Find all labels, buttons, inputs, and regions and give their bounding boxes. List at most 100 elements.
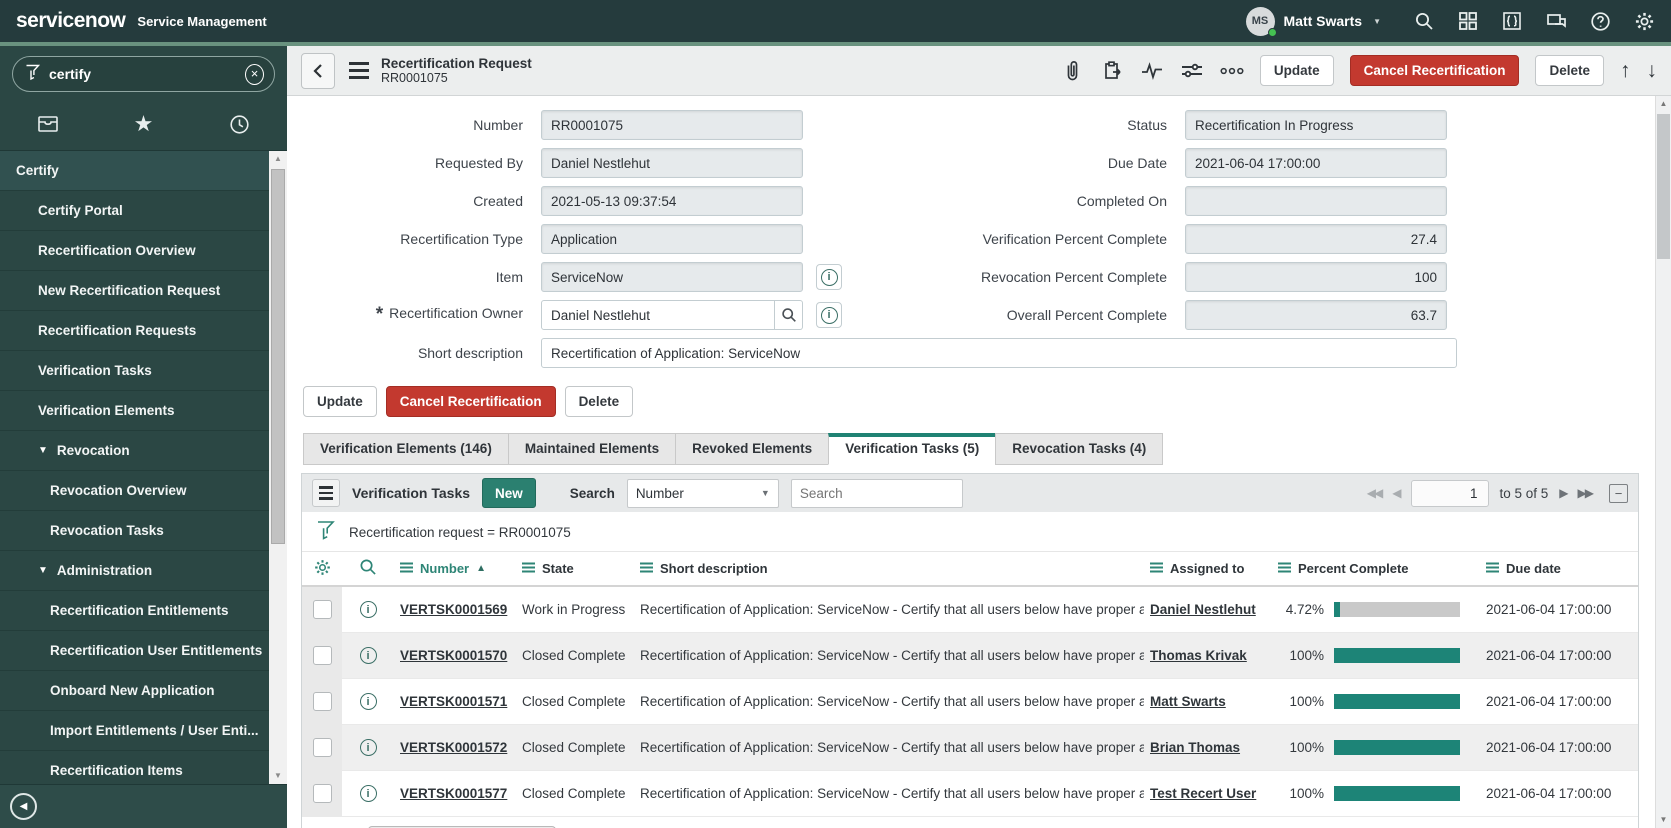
completed-on-field[interactable] bbox=[1185, 186, 1447, 216]
column-header-number[interactable]: Number ▲ bbox=[394, 561, 516, 576]
history-tab[interactable] bbox=[191, 108, 287, 140]
record-context-menu-icon[interactable] bbox=[349, 62, 369, 79]
scrollbar-thumb[interactable] bbox=[1657, 114, 1670, 259]
previous-record-icon[interactable]: ↑ bbox=[1620, 59, 1631, 83]
revocation-percent-field[interactable]: 100 bbox=[1185, 262, 1447, 292]
expanded-arrow-icon[interactable]: ▼ bbox=[38, 565, 48, 576]
scroll-up-icon[interactable]: ▲ bbox=[1656, 96, 1671, 112]
column-menu-icon[interactable] bbox=[640, 561, 653, 576]
row-checkbox[interactable] bbox=[312, 784, 332, 803]
expanded-arrow-icon[interactable]: ▼ bbox=[38, 445, 48, 456]
sidebar-item[interactable]: Recertification Overview bbox=[0, 231, 269, 271]
assigned-to-link[interactable]: Thomas Krivak bbox=[1150, 648, 1247, 663]
sidebar-item[interactable]: Verification Elements bbox=[0, 391, 269, 431]
requested-by-field[interactable]: Daniel Nestlehut bbox=[541, 148, 803, 178]
reference-lookup-icon[interactable] bbox=[775, 300, 803, 330]
clipboard-icon[interactable] bbox=[1100, 59, 1124, 83]
column-menu-icon[interactable] bbox=[1278, 561, 1291, 576]
column-menu-icon[interactable] bbox=[1150, 561, 1163, 576]
previous-page-icon[interactable]: ◀ bbox=[1392, 486, 1401, 500]
assigned-to-link[interactable]: Test Recert User bbox=[1150, 786, 1256, 801]
all-applications-tab[interactable] bbox=[0, 108, 96, 140]
help-icon[interactable] bbox=[1589, 10, 1611, 32]
update-button-bottom[interactable]: Update bbox=[303, 386, 377, 417]
sidebar-item[interactable]: ▼ Administration bbox=[0, 551, 269, 591]
task-number-link[interactable]: VERTSK0001572 bbox=[400, 740, 507, 755]
delete-button[interactable]: Delete bbox=[1535, 55, 1604, 86]
row-info-icon[interactable]: i bbox=[359, 601, 377, 618]
cancel-recertification-button[interactable]: Cancel Recertification bbox=[1349, 55, 1520, 86]
number-field[interactable]: RR0001075 bbox=[541, 110, 803, 140]
assigned-to-link[interactable]: Brian Thomas bbox=[1150, 740, 1240, 755]
sidebar-item[interactable]: Revocation Overview bbox=[0, 471, 269, 511]
related-list-tab[interactable]: Verification Elements (146) bbox=[303, 433, 509, 465]
avatar[interactable]: MS bbox=[1245, 6, 1277, 37]
page-number-input[interactable] bbox=[1410, 479, 1489, 507]
sidebar-item[interactable]: Onboard New Application bbox=[0, 671, 269, 711]
row-info-icon[interactable]: i bbox=[359, 647, 377, 664]
status-field[interactable]: Recertification In Progress bbox=[1185, 110, 1447, 140]
column-header-state[interactable]: State bbox=[516, 561, 634, 576]
sidebar-item[interactable]: Recertification Items bbox=[0, 751, 269, 784]
funnel-icon[interactable] bbox=[316, 520, 335, 544]
item-info-button[interactable]: i bbox=[816, 264, 842, 290]
column-menu-icon[interactable] bbox=[400, 561, 413, 576]
sidebar-item[interactable]: New Recertification Request bbox=[0, 271, 269, 311]
list-context-menu-icon[interactable] bbox=[312, 479, 340, 507]
column-menu-icon[interactable] bbox=[522, 561, 535, 576]
sidebar-item[interactable]: Revocation Tasks bbox=[0, 511, 269, 551]
main-scrollbar[interactable]: ▲ ▼ bbox=[1655, 96, 1671, 828]
sidebar-item[interactable]: Import Entitlements / User Enti... bbox=[0, 711, 269, 751]
sidebar-item[interactable]: ▼ Revocation bbox=[0, 431, 269, 471]
update-button[interactable]: Update bbox=[1259, 55, 1334, 86]
related-list-tab[interactable]: Revocation Tasks (4) bbox=[995, 433, 1164, 465]
owner-info-button[interactable]: i bbox=[816, 302, 842, 328]
sidebar-item[interactable]: Verification Tasks bbox=[0, 351, 269, 391]
sidebar-item[interactable]: Recertification Entitlements bbox=[0, 591, 269, 631]
search-field-select[interactable]: Number ▼ bbox=[626, 478, 779, 508]
related-list-tab[interactable]: Revoked Elements bbox=[675, 433, 830, 465]
next-record-icon[interactable]: ↓ bbox=[1647, 59, 1658, 83]
more-options-icon[interactable] bbox=[1220, 59, 1244, 83]
task-number-link[interactable]: VERTSK0001571 bbox=[400, 694, 507, 709]
show-filter-icon[interactable] bbox=[1180, 59, 1204, 83]
row-checkbox[interactable] bbox=[312, 692, 332, 711]
sidebar-scrollbar[interactable]: ▲ ▼ bbox=[269, 151, 287, 784]
user-menu[interactable]: MS Matt Swarts ▼ bbox=[1245, 6, 1381, 37]
back-button[interactable] bbox=[301, 52, 335, 89]
list-search-input[interactable] bbox=[790, 478, 963, 508]
last-page-icon[interactable]: ▶▶ bbox=[1578, 486, 1595, 500]
scrollbar-thumb[interactable] bbox=[271, 169, 285, 544]
collapse-list-icon[interactable]: − bbox=[1609, 483, 1628, 503]
attachment-icon[interactable] bbox=[1060, 59, 1084, 83]
assigned-to-link[interactable]: Matt Swarts bbox=[1150, 694, 1226, 709]
column-menu-icon[interactable] bbox=[1486, 561, 1499, 576]
due-date-field[interactable]: 2021-06-04 17:00:00 bbox=[1185, 148, 1447, 178]
verification-percent-field[interactable]: 27.4 bbox=[1185, 224, 1447, 254]
sidebar-item[interactable]: Recertification User Entitlements bbox=[0, 631, 269, 671]
row-info-icon[interactable]: i bbox=[359, 693, 377, 710]
navigator-search-input[interactable] bbox=[49, 66, 245, 82]
first-page-icon[interactable]: ◀◀ bbox=[1367, 486, 1384, 500]
created-field[interactable]: 2021-05-13 09:37:54 bbox=[541, 186, 803, 216]
global-search-icon[interactable] bbox=[1413, 10, 1435, 32]
clear-search-icon[interactable]: × bbox=[245, 63, 264, 85]
collapse-sidebar-icon[interactable]: ◀ bbox=[10, 793, 37, 820]
sidebar-item[interactable]: Certify Portal bbox=[0, 191, 269, 231]
scroll-down-icon[interactable]: ▼ bbox=[269, 768, 287, 784]
overall-percent-field[interactable]: 63.7 bbox=[1185, 300, 1447, 330]
navigator-search[interactable]: × bbox=[12, 56, 275, 92]
column-search-icon[interactable] bbox=[359, 558, 377, 579]
favorites-tab[interactable]: ★ bbox=[96, 108, 192, 140]
activity-stream-icon[interactable] bbox=[1140, 59, 1164, 83]
scroll-up-icon[interactable]: ▲ bbox=[269, 151, 287, 167]
related-list-tab[interactable]: Maintained Elements bbox=[507, 433, 677, 465]
short-description-field[interactable]: Recertification of Application: ServiceN… bbox=[541, 338, 1457, 368]
task-number-link[interactable]: VERTSK0001569 bbox=[400, 602, 507, 617]
task-number-link[interactable]: VERTSK0001577 bbox=[400, 786, 507, 801]
app-grid-icon[interactable] bbox=[1457, 10, 1479, 32]
recertification-owner-field[interactable]: Daniel Nestlehut bbox=[541, 300, 775, 330]
chat-icon[interactable] bbox=[1545, 10, 1567, 32]
row-info-icon[interactable]: i bbox=[359, 785, 377, 802]
column-header-percent-complete[interactable]: Percent Complete bbox=[1272, 561, 1480, 576]
